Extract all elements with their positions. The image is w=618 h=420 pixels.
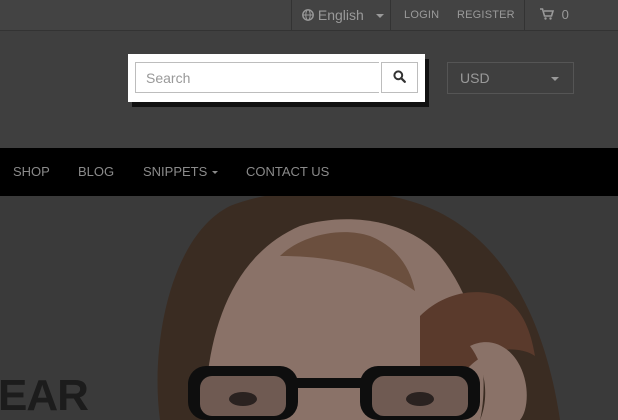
chevron-down-icon xyxy=(375,14,384,19)
login-link[interactable]: LOGIN xyxy=(404,9,439,21)
cart-icon xyxy=(540,7,555,22)
search-button[interactable] xyxy=(381,62,418,93)
cart-button[interactable]: 0 xyxy=(540,7,569,22)
globe-icon xyxy=(302,7,314,23)
divider xyxy=(291,0,292,30)
currency-value: USD xyxy=(460,70,490,86)
search-box xyxy=(128,54,425,102)
hero-headline: EAR xyxy=(0,371,89,420)
language-selector[interactable]: English xyxy=(302,7,384,23)
search-icon xyxy=(393,69,406,86)
nav-item-shop[interactable]: SHOP xyxy=(13,164,50,179)
chevron-down-icon xyxy=(212,171,219,175)
currency-select[interactable]: USD xyxy=(447,62,574,94)
top-bar: English LOGIN REGISTER 0 xyxy=(0,0,618,31)
language-label: English xyxy=(317,7,364,23)
search-input[interactable] xyxy=(135,62,379,93)
divider xyxy=(390,0,391,30)
cart-count: 0 xyxy=(561,7,569,22)
hero-banner: EAR xyxy=(0,196,618,420)
divider xyxy=(524,0,525,30)
chevron-down-icon xyxy=(551,77,559,81)
register-link[interactable]: REGISTER xyxy=(457,9,515,21)
nav-item-blog[interactable]: BLOG xyxy=(78,164,114,179)
hero-image xyxy=(0,196,618,420)
nav-item-label: SNIPPETS xyxy=(143,164,208,179)
nav-item-snippets[interactable]: SNIPPETS xyxy=(143,164,219,179)
nav-item-contact-us[interactable]: CONTACT US xyxy=(246,164,329,179)
main-nav: SHOP BLOG SNIPPETS CONTACT US xyxy=(0,148,618,196)
